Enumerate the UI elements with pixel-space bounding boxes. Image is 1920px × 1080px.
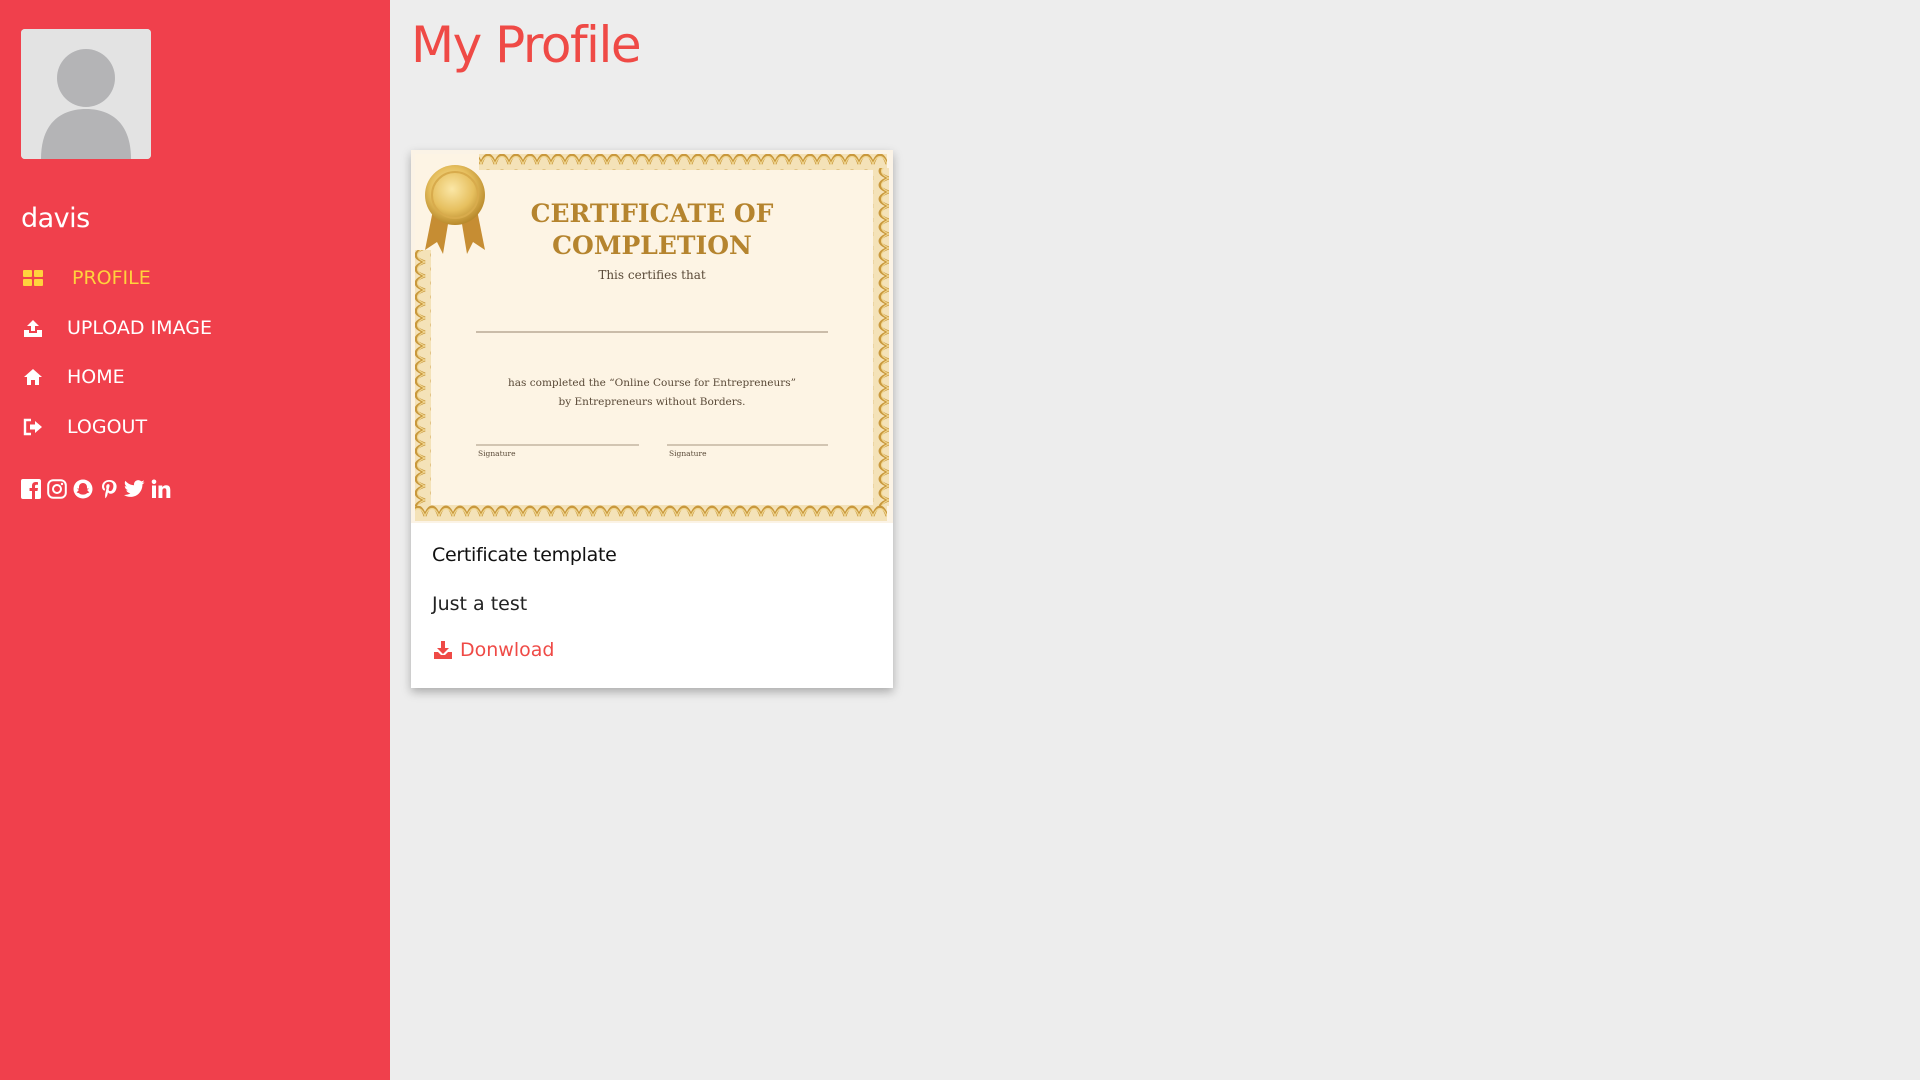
certificate-image[interactable]: CERTIFICATE OF COMPLETION This certifies… bbox=[411, 150, 893, 523]
cert-completed-2: by Entrepreneurs without Borders. bbox=[558, 396, 745, 408]
linkedin-icon[interactable] bbox=[150, 478, 171, 500]
nav-item-logout[interactable]: LOGOUT bbox=[21, 410, 147, 444]
instagram-icon[interactable] bbox=[46, 478, 67, 500]
nav-label-home: HOME bbox=[67, 366, 125, 388]
page-title: My Profile bbox=[411, 16, 642, 74]
nav-item-upload-image[interactable]: UPLOAD IMAGE bbox=[21, 311, 212, 345]
cert-certifies: This certifies that bbox=[598, 268, 706, 282]
avatar[interactable] bbox=[21, 29, 151, 159]
nav-label-profile: PROFILE bbox=[72, 267, 151, 289]
nav-label-upload-image: UPLOAD IMAGE bbox=[67, 317, 212, 339]
username: davis bbox=[21, 203, 90, 234]
nav-item-profile[interactable]: PROFILE bbox=[21, 261, 151, 295]
cert-heading-1: CERTIFICATE OF bbox=[531, 199, 774, 228]
nav-item-home[interactable]: HOME bbox=[21, 360, 125, 394]
facebook-icon[interactable] bbox=[20, 478, 41, 500]
dashboard-icon bbox=[21, 266, 45, 290]
user-silhouette-icon bbox=[21, 29, 151, 159]
download-link[interactable]: Donwload bbox=[432, 639, 554, 661]
nav-label-logout: LOGOUT bbox=[67, 416, 148, 438]
download-icon bbox=[432, 639, 454, 661]
logout-icon bbox=[21, 415, 45, 439]
image-card: CERTIFICATE OF COMPLETION This certifies… bbox=[411, 150, 893, 688]
cert-heading-2: COMPLETION bbox=[552, 231, 752, 260]
cert-signature-left: Signature bbox=[478, 449, 516, 458]
download-label: Donwload bbox=[460, 639, 555, 661]
upload-icon bbox=[21, 316, 45, 340]
card-title: Certificate template bbox=[432, 544, 617, 566]
cert-completed-1: has completed the “Online Course for Ent… bbox=[508, 377, 796, 389]
pinterest-icon[interactable] bbox=[98, 478, 119, 500]
cert-signature-right: Signature bbox=[669, 449, 707, 458]
sidebar: davis PROFILE UPLOAD IMAGE HOME LOGOUT bbox=[0, 0, 390, 1080]
twitter-icon[interactable] bbox=[124, 478, 145, 500]
card-description: Just a test bbox=[432, 593, 528, 615]
social-links bbox=[20, 478, 171, 500]
snapchat-icon[interactable] bbox=[72, 478, 93, 500]
home-icon bbox=[21, 365, 45, 389]
